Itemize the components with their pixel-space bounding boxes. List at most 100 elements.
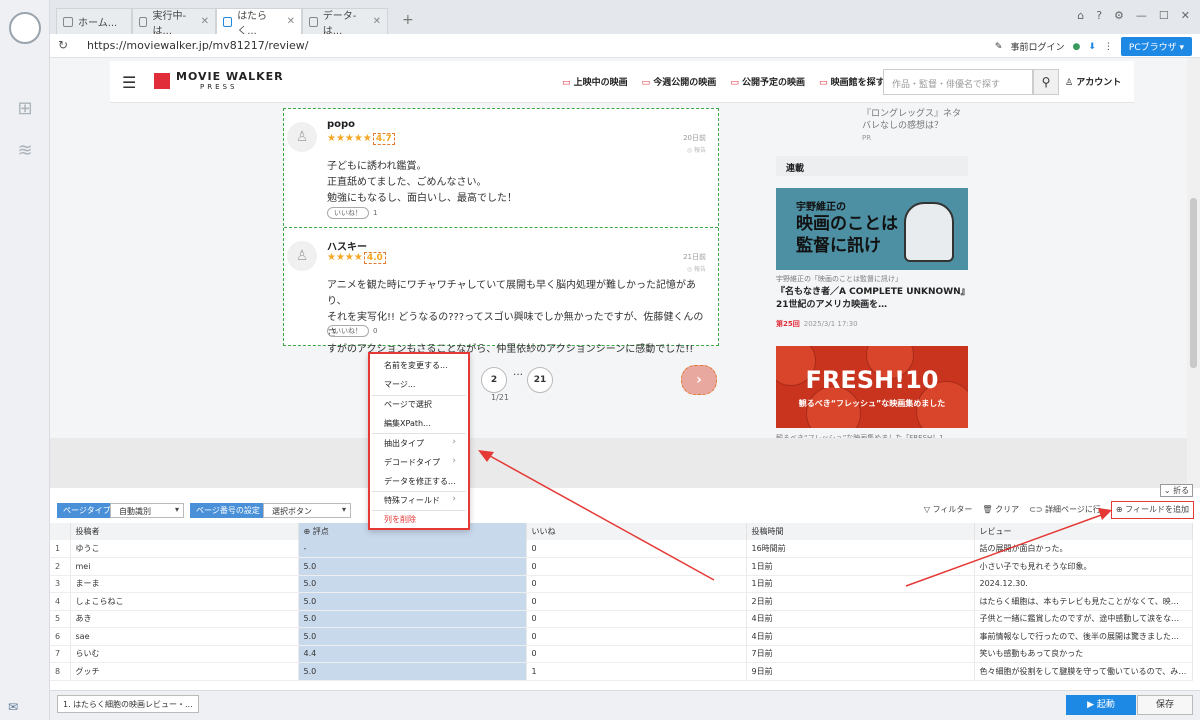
table-cell[interactable]: 5.0 — [298, 575, 527, 593]
table-cell[interactable]: 4日前 — [746, 627, 975, 646]
minimize-icon[interactable]: — — [1136, 9, 1147, 22]
menu-item-special-field[interactable]: 特殊フィールド — [384, 495, 440, 506]
table-row[interactable]: 7 らいむ 4.4 0 7日前 笑いも感動もあって良かった — [50, 645, 1193, 663]
pr-text[interactable]: 『ロングレッグス』ネタバレなしの感想は？ — [862, 108, 968, 132]
close-window-icon[interactable]: ✕ — [1181, 9, 1190, 22]
column-header[interactable]: 投稿時間 — [746, 523, 975, 540]
table-cell[interactable]: 話の展開が面白かった。 — [974, 540, 1193, 558]
like-button[interactable]: いいね！ — [327, 207, 369, 219]
table-cell[interactable]: 小さい子でも見れそうな印象。 — [974, 557, 1193, 576]
table-cell[interactable]: ゆうこ — [70, 540, 299, 558]
table-cell[interactable]: グッチ — [70, 662, 299, 681]
article-image[interactable]: 宇野維正の 映画のことは 監督に訊け — [776, 188, 968, 270]
site-logo[interactable]: MOVIE WALKER PRESS — [154, 70, 284, 91]
table-cell[interactable]: 笑いも感動もあって良かった — [974, 645, 1193, 663]
tab-running[interactable]: 実行中-は... ✕ — [132, 8, 216, 37]
table-cell[interactable]: 0 — [526, 645, 747, 663]
save-button[interactable]: 保存 — [1137, 695, 1193, 715]
column-header[interactable]: 投稿者 — [70, 523, 299, 540]
table-cell[interactable]: 2日前 — [746, 592, 975, 611]
table-cell[interactable]: しょこらねこ — [70, 592, 299, 611]
add-field-button[interactable]: ⊕ フィールドを追加 — [1110, 501, 1194, 519]
table-cell[interactable]: 5.0 — [298, 610, 527, 628]
fold-button[interactable]: ⌄ 折る — [1160, 484, 1193, 497]
nav-theaters[interactable]: 映画館を探す — [819, 75, 885, 88]
table-row[interactable]: 8 グッチ 5.0 1 9日前 色々細胞が役割をして腱膜を守って働いているので、みんな..… — [50, 662, 1193, 681]
table-cell[interactable]: 事前情報なしで行ったので、後半の展開は驚きました。テン... — [974, 627, 1193, 646]
menu-item-select-page[interactable]: ページで選択 — [384, 399, 432, 410]
like-button[interactable]: いいね！ — [327, 325, 369, 337]
menu-item-edit-xpath[interactable]: 編集XPath... — [384, 418, 431, 429]
user-icon[interactable]: ● — [1072, 42, 1080, 52]
page-scrollbar[interactable] — [1187, 58, 1200, 488]
table-cell[interactable]: 5.0 — [298, 592, 527, 611]
settings-icon[interactable]: ⚙ — [1114, 9, 1124, 22]
table-row[interactable]: 1 ゆうこ -0 16時間前 話の展開が面白かった。 — [50, 540, 1193, 558]
table-cell[interactable]: まーま — [70, 575, 299, 593]
edit-icon[interactable]: ✎ — [995, 42, 1003, 52]
menu-item-modify-data[interactable]: データを修正する... — [384, 476, 456, 487]
table-cell[interactable]: 7日前 — [746, 645, 975, 663]
table-cell[interactable]: 0 — [526, 557, 747, 576]
search-icon[interactable]: ⚲ — [1033, 69, 1059, 95]
table-cell[interactable]: 0 — [526, 575, 747, 593]
reviewer-name[interactable]: popo — [327, 119, 355, 130]
tab-data[interactable]: データ-は... ✕ — [302, 8, 388, 37]
table-row[interactable]: 4 しょこらねこ 5.0 0 2日前 はたらく細胞は、本もテレビも見たことがなくて、映画の… — [50, 592, 1193, 611]
filter-button[interactable]: ▽ フィルター — [924, 504, 973, 519]
table-cell[interactable]: 子供と一緒に鑑賞したのですが、途中感動して涙をながし... — [974, 610, 1193, 628]
task-tab[interactable]: 1. はたらく細胞の映画レビュー・... — [57, 695, 199, 713]
reload-icon[interactable]: ↻ — [58, 38, 68, 52]
next-page-button[interactable]: › — [681, 365, 717, 395]
close-icon[interactable]: ✕ — [201, 16, 209, 27]
site-search-input[interactable]: 作品・監督・俳優名で探す — [883, 69, 1033, 95]
article-image[interactable]: FRESH!10 観るべき“フレッシュ”な映画集めました — [776, 346, 968, 428]
menu-item-rename[interactable]: 名前を変更する... — [384, 360, 448, 371]
menu-item-extract-type[interactable]: 抽出タイプ — [384, 438, 424, 449]
url-field[interactable]: https://moviewalker.jp/mv81217/review/ — [87, 39, 309, 52]
table-cell[interactable]: あき — [70, 610, 299, 628]
page-num-select[interactable]: 選択ボタン — [263, 503, 351, 518]
table-cell[interactable]: 4日前 — [746, 610, 975, 628]
nav-this-week[interactable]: 今週公開の映画 — [642, 75, 716, 88]
menu-icon[interactable]: ☰ — [122, 73, 136, 92]
close-icon[interactable]: ✕ — [287, 16, 295, 27]
nav-now-showing[interactable]: 上映中の映画 — [562, 75, 628, 88]
table-cell[interactable]: mei — [70, 557, 299, 576]
detail-page-button[interactable]: ⊂⊃ 詳細ページに行 — [1029, 504, 1101, 519]
new-tab-button[interactable]: + — [402, 12, 414, 28]
gift-icon[interactable]: ⌂ — [1077, 9, 1084, 22]
table-cell[interactable]: 0 — [526, 610, 747, 628]
pc-browser-button[interactable]: PCブラウザ ▾ — [1120, 37, 1192, 56]
table-cell[interactable]: 1日前 — [746, 557, 975, 576]
table-row[interactable]: 5 あき 5.0 0 4日前 子供と一緒に鑑賞したのですが、途中感動して涙をながし... — [50, 610, 1193, 628]
start-button[interactable]: ▶ 起動 — [1066, 695, 1136, 715]
table-cell[interactable]: 0 — [526, 540, 747, 558]
login-button[interactable]: 事前ログイン — [1010, 40, 1064, 53]
help-icon[interactable]: ? — [1096, 9, 1102, 22]
table-cell[interactable]: 5.0 — [298, 662, 527, 681]
menu-item-decode-type[interactable]: デコードタイプ — [384, 457, 440, 468]
table-row[interactable]: 6 sae 5.0 0 4日前 事前情報なしで行ったので、後半の展開は驚きました。テン..… — [50, 627, 1193, 646]
tab-active[interactable]: はたらく... ✕ — [216, 8, 302, 37]
menu-item-merge[interactable]: マージ... — [384, 379, 415, 390]
article-title[interactable]: 『名もなき者／A COMPLETE UNKNOWN』21世紀のアメリカ映画を… — [776, 286, 968, 312]
close-icon[interactable]: ✕ — [373, 16, 381, 27]
table-cell[interactable]: 4.4 — [298, 645, 527, 663]
mail-icon[interactable]: ✉ — [8, 700, 18, 714]
report-link[interactable]: ◎ 報告 — [687, 264, 706, 273]
table-cell[interactable]: 2024.12.30. — [974, 575, 1193, 593]
table-cell[interactable]: 0 — [526, 627, 747, 646]
table-cell[interactable]: 色々細胞が役割をして腱膜を守って働いているので、みんな... — [974, 662, 1193, 681]
layers-icon[interactable]: ≋ — [14, 140, 36, 162]
column-header[interactable]: レビュー — [974, 523, 1193, 540]
table-row[interactable]: 3 まーま 5.0 0 1日前 2024.12.30. — [50, 575, 1193, 593]
table-cell[interactable]: はたらく細胞は、本もテレビも見たことがなくて、映画の予... — [974, 592, 1193, 611]
table-cell[interactable]: sae — [70, 627, 299, 646]
reviewer-name[interactable]: ハスキー — [327, 238, 367, 253]
table-cell[interactable]: 1日前 — [746, 575, 975, 593]
page-21-button[interactable]: 21 — [527, 367, 553, 393]
download-icon[interactable]: ⬇ — [1088, 42, 1096, 52]
maximize-icon[interactable]: ☐ — [1159, 9, 1169, 22]
clear-button[interactable]: 🗑 クリア — [982, 504, 1019, 519]
